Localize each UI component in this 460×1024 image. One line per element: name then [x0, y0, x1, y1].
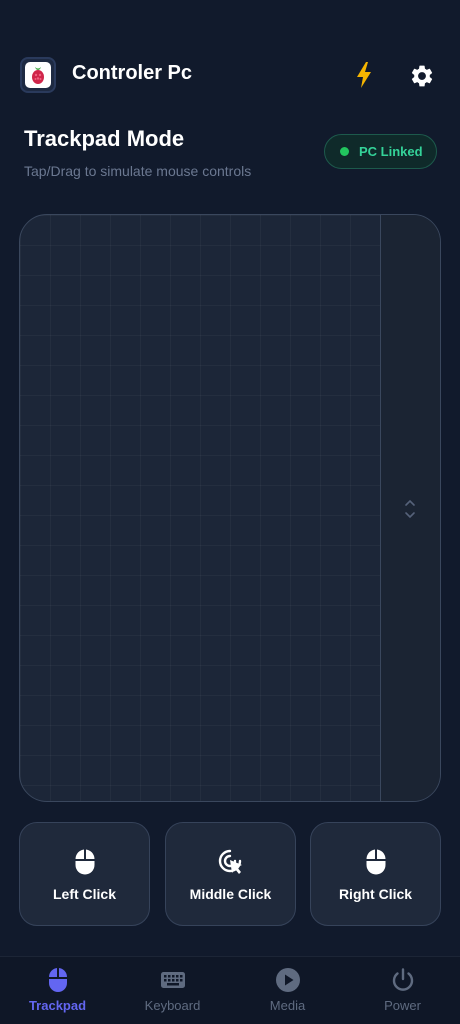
gear-icon: [411, 65, 433, 87]
left-click-button[interactable]: Left Click: [19, 822, 150, 926]
nav-label-keyboard: Keyboard: [144, 998, 201, 1013]
nav-item-keyboard[interactable]: Keyboard: [115, 957, 230, 1024]
nav-label-trackpad: Trackpad: [28, 998, 87, 1013]
raspberry-logo-icon: [32, 67, 44, 84]
bolt-button[interactable]: [349, 60, 379, 90]
nav-item-power[interactable]: Power: [345, 957, 460, 1024]
status-badge: PC Linked: [324, 134, 437, 169]
mouse-icon: [71, 848, 99, 876]
mouse-icon: [45, 967, 71, 993]
mode-subtitle: Tap/Drag to simulate mouse controls: [24, 163, 252, 179]
right-click-button[interactable]: Right Click: [310, 822, 441, 926]
scroll-strip[interactable]: [380, 215, 440, 801]
scroll-handle[interactable]: [403, 497, 417, 521]
mode-title: Trackpad Mode: [24, 126, 185, 151]
power-icon: [390, 967, 416, 993]
left-click-label: Left Click: [52, 886, 116, 902]
app-title: Controler Pc: [72, 62, 193, 84]
status-label: PC Linked: [359, 144, 423, 159]
nav-label-media: Media: [269, 998, 306, 1013]
status-dot-icon: [340, 147, 349, 156]
bottom-navigation: Trackpad Keyboard Media Power: [0, 956, 460, 1024]
bolt-icon: [357, 62, 371, 88]
app-logo: [20, 57, 56, 93]
mouse-icon: [362, 848, 390, 876]
trackpad-surface[interactable]: [19, 214, 441, 802]
keyboard-icon: [160, 967, 186, 993]
app-header: Controler Pc: [0, 50, 460, 100]
settings-button[interactable]: [406, 60, 438, 92]
nav-label-power: Power: [384, 998, 421, 1013]
nav-item-trackpad[interactable]: Trackpad: [0, 957, 115, 1024]
cursor-click-icon: [217, 848, 245, 876]
chevron-up-down-icon: [405, 499, 415, 519]
nav-item-media[interactable]: Media: [230, 957, 345, 1024]
middle-click-button[interactable]: Middle Click: [165, 822, 296, 926]
play-icon: [275, 967, 301, 993]
right-click-label: Right Click: [338, 886, 413, 902]
middle-click-label: Middle Click: [189, 886, 272, 902]
